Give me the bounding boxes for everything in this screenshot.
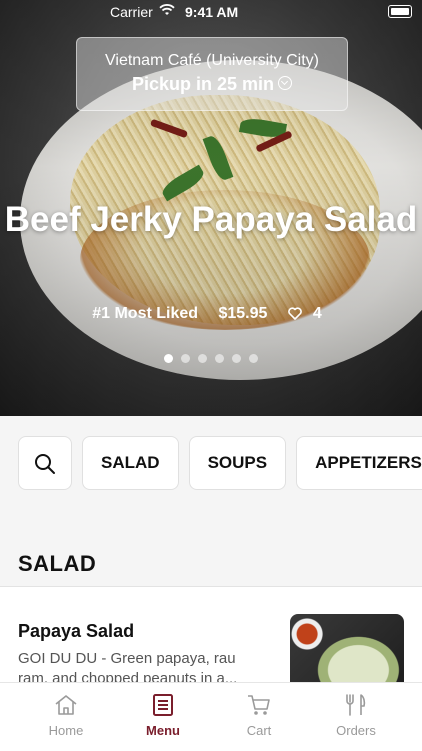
carousel-dot[interactable] (181, 354, 190, 363)
featured-meta: #1 Most Liked $15.95 4 (0, 305, 422, 323)
carousel-dot[interactable] (249, 354, 258, 363)
heart-icon (288, 307, 302, 321)
clock: 9:41 AM (185, 4, 239, 20)
tab-home[interactable]: Home (26, 693, 106, 738)
carousel-indicator[interactable] (0, 350, 422, 368)
rank-label: #1 Most Liked (92, 305, 199, 322)
chevron-down-circle-icon (278, 76, 293, 91)
tab-cart[interactable]: Cart (219, 693, 299, 738)
search-button[interactable] (18, 436, 72, 490)
category-bar: SALAD SOUPS APPETIZERS (18, 436, 422, 490)
restaurant-name: Vietnam Café (University City) (105, 52, 319, 69)
fork-knife-icon (346, 694, 366, 716)
pickup-text: Pickup in 25 min (131, 74, 275, 94)
category-chip-soups[interactable]: SOUPS (188, 436, 287, 490)
tab-label: Cart (246, 723, 272, 738)
carousel-dot[interactable] (198, 354, 207, 363)
pickup-time: Pickup in 25 min (77, 74, 347, 95)
cart-icon (248, 695, 270, 715)
section-title: SALAD (18, 551, 97, 576)
pickup-location-selector[interactable]: Vietnam Café (University City) Pickup in… (76, 37, 348, 111)
tab-orders[interactable]: Orders (316, 693, 396, 738)
menu-book-icon (153, 694, 173, 716)
likes[interactable]: 4 (288, 305, 330, 322)
tab-label: Menu (146, 723, 180, 738)
category-chip-appetizers[interactable]: APPETIZERS (296, 436, 422, 490)
tab-label: Home (48, 723, 84, 738)
menu-item-name: Papaya Salad (18, 621, 135, 641)
carousel-dot[interactable] (232, 354, 241, 363)
home-icon (55, 695, 77, 715)
carousel-dot[interactable] (215, 354, 224, 363)
price-label: $15.95 (218, 305, 268, 322)
featured-dish-title: Beef Jerky Papaya Salad (4, 200, 418, 239)
category-chip-salad[interactable]: SALAD (82, 436, 179, 490)
tab-menu[interactable]: Menu (123, 693, 203, 738)
carousel-dot[interactable] (164, 354, 173, 363)
carrier-label: Carrier (110, 4, 153, 20)
likes-count: 4 (312, 305, 322, 322)
battery-icon (388, 5, 412, 18)
tab-bar: Home Menu Cart Orders (0, 682, 422, 751)
featured-hero[interactable]: Carrier 9:41 AM Vietnam Café (University… (0, 0, 422, 416)
tab-label: Orders (336, 723, 376, 738)
menu-item-card[interactable]: Papaya Salad GOI DU DU - Green papaya, r… (0, 587, 422, 694)
wifi-icon (159, 4, 175, 15)
search-icon (35, 453, 55, 474)
status-bar: Carrier 9:41 AM (0, 0, 422, 24)
